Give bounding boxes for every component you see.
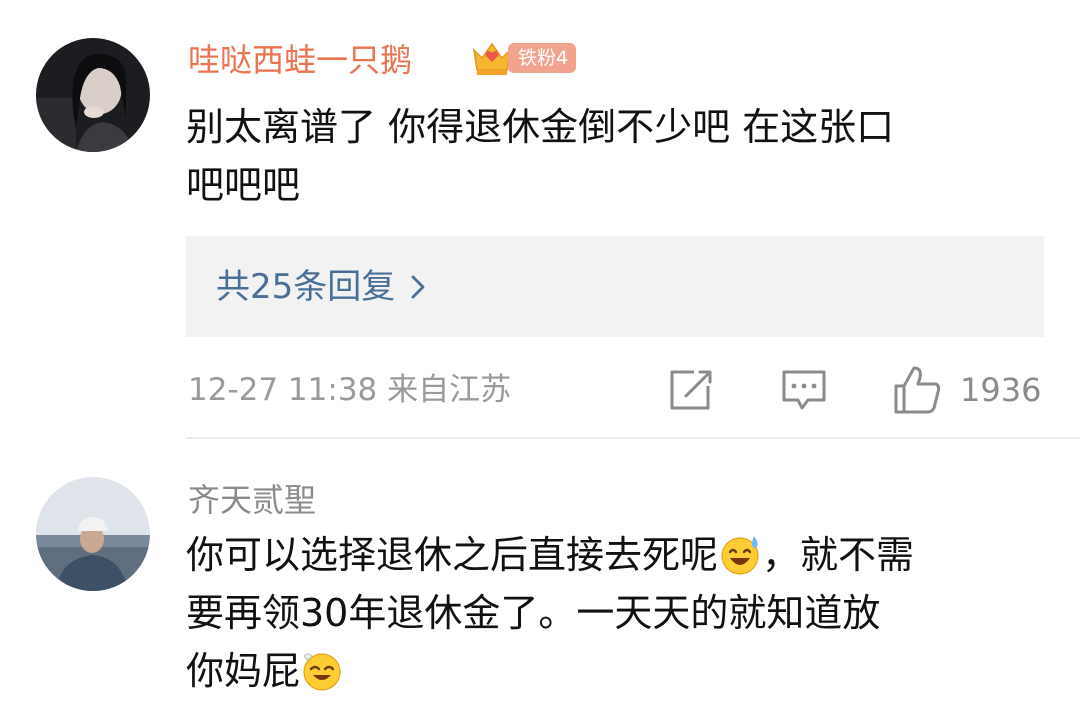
replies-count-label: 共25条回复: [216, 267, 396, 307]
comment-meta: 12-27 11:38 来自江苏: [188, 372, 512, 408]
comment-text-line: 你妈屁: [186, 642, 1056, 700]
comment-text: 别太离谱了 你得退休金倒不少吧 在这张口 吧吧吧: [186, 98, 1056, 214]
reply-button[interactable]: [778, 360, 830, 420]
comment-text: 你可以选择退休之后直接去死呢 ，就不需 要再领30年退休金了。一天天的就知道放 …: [186, 526, 1056, 700]
view-replies-link[interactable]: 共25条回复: [216, 266, 427, 308]
username[interactable]: 齐天贰聖: [188, 480, 316, 520]
share-button[interactable]: [664, 360, 716, 420]
comment-text-segment: ，就不需: [762, 533, 915, 577]
comment-text-line: 你可以选择退休之后直接去死呢 ，就不需: [186, 526, 1056, 584]
comment-item: 齐天贰聖 你可以选择退休之后直接去死呢 ，就不需 要再领30年退休金了。一天天的…: [0, 440, 1080, 707]
avatar[interactable]: [36, 477, 150, 591]
fan-badge[interactable]: 铁粉4: [470, 36, 577, 80]
sweat-laugh-emoji-icon: [721, 536, 759, 575]
comment-text-segment: 你可以选择退休之后直接去死呢: [186, 533, 719, 577]
like-count: 1936: [960, 371, 1042, 409]
comment-text-line: 吧吧吧: [186, 163, 301, 207]
comment-bubble-icon: [782, 370, 826, 410]
comment-text-line: 要再领30年退休金了。一天天的就知道放: [186, 591, 881, 635]
username[interactable]: 哇哒西蛙一只鹅: [188, 40, 412, 80]
chevron-right-icon: [411, 275, 425, 299]
divider: [186, 437, 1080, 439]
like-button[interactable]: 1936: [890, 360, 1050, 420]
replies-box[interactable]: 共25条回复: [186, 236, 1044, 337]
comment-text-line: 别太离谱了 你得退休金倒不少吧 在这张口: [186, 105, 895, 149]
thumbs-up-icon: [894, 366, 941, 414]
smirk-emoji-icon: [303, 653, 341, 691]
comment-item: 哇哒西蛙一只鹅 铁粉4 别太离谱了 你得退休金倒不少吧 在这张口 吧吧吧 共25…: [0, 0, 1080, 440]
edit-share-icon: [670, 370, 712, 410]
comment-text-segment: 你妈屁: [186, 649, 301, 693]
avatar[interactable]: [36, 38, 150, 152]
fan-badge-label: 铁粉4: [508, 43, 577, 73]
